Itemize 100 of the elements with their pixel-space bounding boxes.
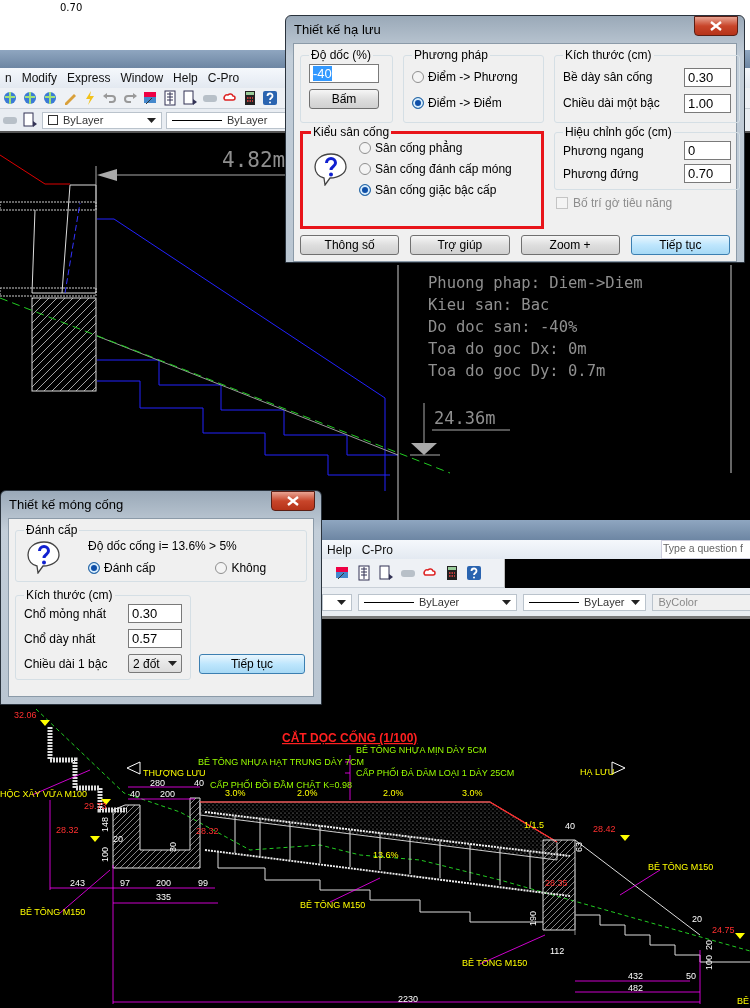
combo-box[interactable]: ByLayer [523,593,647,611]
group-label: Phương pháp [413,48,489,62]
dialog-button[interactable]: Trợ giúp [410,235,510,255]
drawing-note: HỘC XÂY VỮA M100 [0,789,88,799]
document-icon[interactable] [22,112,38,128]
drawing-note: BÊ TÔNG M150 [648,862,714,872]
calculator-icon[interactable] [444,565,460,581]
close-button[interactable] [271,490,315,511]
slope-label: 13.6% [373,850,399,860]
radio-button[interactable]: Sân cống phẳng [359,141,512,155]
drawing-note: Kieu san: Bac [428,296,550,314]
input-field[interactable]: 0.70 [684,164,731,183]
close-icon [287,495,299,506]
group-label: Kích thước (cm) [564,48,653,62]
group-label: Đánh cấp [25,523,79,537]
field-label: Chiều dài một bậc [563,96,660,110]
radio-button[interactable]: Sân cống đánh cấp móng [359,162,512,176]
drawing-note: CẤP PHỐI ĐÁ DĂM LOẠI 1 DÀY 25CM [356,768,515,778]
document-icon[interactable] [182,90,198,106]
slope-label: 3.0% [225,788,246,798]
dialog-button[interactable]: Tiếp tục [199,654,305,674]
dialog-title: Thiết kế móng cống [9,497,124,512]
caret-icon [502,599,512,605]
slope-label: 2.0% [297,788,318,798]
drawing-note: Phuong phap: Diem->Diem [428,274,643,292]
input-field[interactable]: 0.30 [128,604,182,623]
menu-item[interactable]: Help [168,71,203,85]
drawing-note: Toa do goc Dy: 0.7m [428,362,606,380]
radio-indicator[interactable] [215,562,228,574]
menu-item[interactable]: n [0,71,17,85]
caret-icon [168,661,177,666]
menu-item[interactable]: Help [322,542,357,557]
globe-icon[interactable] [42,90,58,106]
drawing-note: HẠ LƯU [580,767,615,777]
elevation-label: 28.42 [593,824,616,834]
group-label: Độ dốc (%) [310,48,373,62]
radio-indicator[interactable] [359,163,371,175]
question-bubble-icon [313,152,349,186]
field-label: Bề dày sân cống [563,70,653,84]
dimension-label: 432 [628,971,644,981]
help-icon[interactable] [466,565,482,581]
combo-box[interactable]: ByLayer [42,111,162,129]
dimension-label: 243 [70,878,86,888]
dimension-label: 99 [198,878,208,888]
dialog-button[interactable]: Zoom + [520,235,620,255]
palette-icon[interactable] [142,90,158,106]
input-field[interactable]: 0.30 [684,67,731,87]
document-icon[interactable] [378,565,394,581]
dialog-button[interactable]: Thông số [300,235,400,255]
dimension-label: 4.82m [222,148,286,172]
menu-item[interactable]: Modify [16,71,63,85]
combo-box[interactable]: ByLayer [357,593,518,611]
dialog-button[interactable]: Bấm [309,89,379,109]
drawing-note: BÊ TÔNG M150 [300,900,366,910]
slope-label: 3.0% [462,788,483,798]
dimension-label: 200 [160,789,176,799]
radio-indicator[interactable] [88,562,100,574]
radio-button[interactable]: Điểm -> Phương [412,70,535,84]
dimension-label: 335 [156,892,172,902]
globe-icon[interactable] [2,90,18,106]
drawing-note: BÊ TÔNG M150 [462,958,528,968]
grid-icon[interactable] [162,90,178,106]
radio-indicator[interactable] [359,142,371,154]
dimension-label: 2230 [398,994,419,1004]
dialog-button[interactable]: Tiếp tục [630,235,730,255]
calculator-icon[interactable] [242,90,258,106]
radio-indicator[interactable] [359,184,371,196]
field-label: Chổ dày nhất [24,631,96,646]
radio-button[interactable]: Điểm -> Điểm [412,96,535,110]
globe-icon[interactable] [22,90,38,106]
radio-button[interactable]: Đánh cấp [88,561,156,575]
dimension-label: 100 [100,846,110,862]
radio-button[interactable]: Sân cống giặc bậc cấp [359,183,512,197]
combo-box[interactable] [322,593,352,611]
search-field[interactable]: Type a question f [661,540,750,559]
dimension-label: 40 [194,778,204,788]
grid-icon[interactable] [356,565,372,581]
dimension-label: 100 [704,954,714,970]
radio-button[interactable]: Không [215,561,267,575]
input-field[interactable]: 0 [684,141,731,160]
palette-icon[interactable] [334,565,350,581]
menu-item[interactable]: Express [62,71,116,85]
menu-item[interactable]: C-Pro [356,542,399,557]
menu-item[interactable]: C-Pro [202,71,245,85]
radio-indicator[interactable] [412,71,424,83]
caret-icon [336,599,346,605]
dimension-label: 30 [168,842,178,852]
caret-icon [147,117,156,123]
drawing-note: Do doc san: -40% [428,318,578,336]
help-icon[interactable] [262,90,278,106]
radio-indicator[interactable] [412,97,424,109]
left-arrow-icon [126,761,141,775]
dropdown[interactable]: 2 đốt [128,654,182,673]
dimension-label: 50 [686,971,696,981]
drawing-note: CẤP PHỐI ĐỒI ĐẦM CHẶT K=0.98 [210,780,352,790]
close-button[interactable] [694,15,738,36]
drawing-note: BÊ TÔNG M150 [20,907,86,917]
input-field[interactable]: 0.57 [128,629,182,648]
input-field[interactable]: 1.00 [684,93,731,113]
menu-item[interactable]: Window [115,71,169,85]
